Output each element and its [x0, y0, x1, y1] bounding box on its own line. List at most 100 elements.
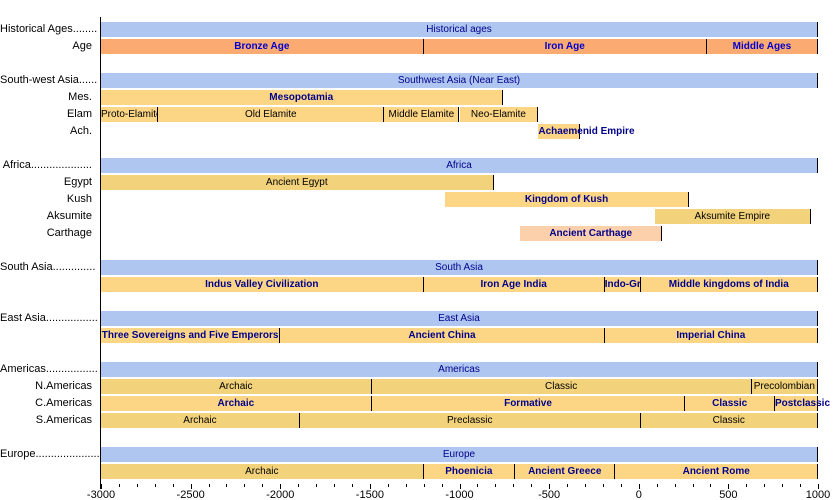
row-label: South-west Asia...... [0, 72, 96, 89]
timeline-period-bar[interactable]: Three Sovereigns and Five Emperors [101, 328, 280, 343]
timeline-period-bar[interactable]: Classic [685, 396, 775, 411]
timeline-period-bar[interactable]: Ancient Greece [515, 464, 615, 479]
x-axis-minor-tick [209, 484, 210, 487]
timeline-chart: Historical Ages........Historical agesAg… [0, 0, 835, 500]
timeline-group-row: East Asia.................East Asia [0, 310, 835, 327]
x-axis-minor-tick [693, 484, 694, 487]
row-label: Europe..................... [0, 446, 96, 463]
timeline-series-row: C.Americas ArchaicFormativeClassicPostcla… [0, 395, 835, 412]
timeline-series-row: N.AmericasArchaicClassicPrecolombian [0, 378, 835, 395]
row-label [0, 327, 96, 344]
y-axis-line [100, 17, 101, 489]
timeline-period-bar[interactable]: Ancient Rome [615, 464, 818, 479]
timeline-period-bar[interactable]: Middle Elamite [384, 107, 459, 122]
timeline-period-bar[interactable]: Archaic [101, 464, 424, 479]
timeline-period-bar[interactable]: Archaic [101, 396, 372, 411]
timeline-period-bar[interactable]: Precolombian [752, 379, 818, 394]
x-axis-tick-label: -1500 [340, 489, 400, 500]
timeline-period-bar[interactable]: Mesopotamia [101, 90, 503, 105]
x-axis-minor-tick [603, 484, 604, 487]
x-axis-minor-tick [675, 484, 676, 487]
x-axis-minor-tick [657, 484, 658, 487]
timeline-period-bar[interactable]: Imperial China [605, 328, 818, 343]
timeline-group-row: Europe..................... Europe [0, 446, 835, 463]
x-axis-minor-tick [298, 484, 299, 487]
timeline-group-bar[interactable]: Southwest Asia (Near East) [101, 73, 818, 88]
row-label: Kush [0, 191, 96, 208]
row-label: Carthage [0, 225, 96, 242]
timeline-group-bar[interactable]: South Asia [101, 260, 818, 275]
x-axis-tick-label: -1000 [430, 489, 490, 500]
timeline-period-bar[interactable]: Neo-Elamite [460, 107, 539, 122]
timeline-period-bar[interactable]: Middle kingdoms of India [641, 277, 818, 292]
x-axis-tick-label: 500 [698, 489, 758, 500]
x-axis-tick-label: -500 [519, 489, 579, 500]
timeline-period-bar[interactable]: Kingdom of Kush [445, 192, 689, 207]
x-axis-minor-tick [119, 484, 120, 487]
x-axis-minor-tick [710, 484, 711, 487]
timeline-period-bar[interactable]: Aksumite Empire [655, 209, 811, 224]
timeline-period-bar[interactable]: Indus Valley Civilization [101, 277, 424, 292]
timeline-period-bar[interactable]: Ancient China [280, 328, 604, 343]
row-label: Egypt [0, 174, 96, 191]
row-label: Ach. [0, 123, 96, 140]
timeline-period-bar[interactable]: Postclassic [775, 396, 818, 411]
timeline-period-bar[interactable]: Archaic [101, 379, 372, 394]
x-axis-minor-tick [316, 484, 317, 487]
timeline-group-bar[interactable]: East Asia [101, 311, 818, 326]
timeline-series-row: ArchaicPhoeniciaAncient GreeceAncient Ro… [0, 463, 835, 480]
x-axis-tick-label: -3000 [71, 489, 131, 500]
timeline-series-row: Egypt Ancient Egypt [0, 174, 835, 191]
timeline-group-row: Historical Ages........Historical ages [0, 21, 835, 38]
timeline-period-bar[interactable]: Classic [372, 379, 752, 394]
timeline-series-row: Aksumite Aksumite Empire [0, 208, 835, 225]
timeline-period-bar[interactable]: Middle Ages [707, 39, 818, 54]
timeline-period-bar[interactable]: Bronze Age [101, 39, 424, 54]
timeline-group-row: Americas................. Americas [0, 361, 835, 378]
timeline-series-row: Kush Kingdom of Kush [0, 191, 835, 208]
x-axis-minor-tick [764, 484, 765, 487]
x-axis-minor-tick [495, 484, 496, 487]
timeline-period-bar[interactable]: Phoenicia [424, 464, 515, 479]
row-label: Americas................. [0, 361, 96, 378]
x-axis-minor-tick [477, 484, 478, 487]
x-axis-minor-tick [173, 484, 174, 487]
timeline-period-bar[interactable]: Indo-Greeks [605, 277, 641, 292]
timeline-series-row: Carthage Ancient Carthage [0, 225, 835, 242]
x-axis-minor-tick [244, 484, 245, 487]
x-axis-tick-label: 1000 [788, 489, 835, 500]
x-axis-minor-tick [585, 484, 586, 487]
x-axis-minor-tick [513, 484, 514, 487]
timeline-period-bar[interactable]: Iron Age India [424, 277, 605, 292]
timeline-period-bar[interactable]: Archaic [101, 413, 300, 428]
timeline-group-bar[interactable]: Europe [101, 447, 818, 462]
x-axis-minor-tick [226, 484, 227, 487]
row-label: S.Americas [0, 412, 96, 429]
timeline-group-bar[interactable]: Historical ages [101, 22, 818, 37]
row-label: Elam [0, 106, 96, 123]
timeline-period-bar[interactable]: Proto-Elamite [101, 107, 158, 122]
timeline-series-row: S.Americas ArchaicPreclassicClassic [0, 412, 835, 429]
x-axis-minor-tick [442, 484, 443, 487]
x-axis-minor-tick [424, 484, 425, 487]
x-axis-minor-tick [800, 484, 801, 487]
timeline-period-bar[interactable]: Preclassic [300, 413, 641, 428]
timeline-group-bar[interactable]: Americas [101, 362, 818, 377]
row-label: C.Americas [0, 395, 96, 412]
timeline-period-bar[interactable]: Iron Age [424, 39, 707, 54]
x-axis-minor-tick [262, 484, 263, 487]
row-label: Aksumite [0, 208, 96, 225]
timeline-series-row: Elam Proto-ElamiteOld ElamiteMiddle Elami… [0, 106, 835, 123]
timeline-period-bar[interactable]: Old Elamite [158, 107, 384, 122]
x-axis: -3000-2500-2000-1500-1000-50005001000 [0, 484, 835, 500]
x-axis-minor-tick [531, 484, 532, 487]
timeline-period-bar[interactable]: Ancient Egypt [101, 175, 494, 190]
timeline-series-row: Ach. Achaemenid Empire [0, 123, 835, 140]
timeline-period-bar[interactable]: Formative [372, 396, 686, 411]
x-axis-minor-tick [137, 484, 138, 487]
timeline-period-bar[interactable]: Achaemenid Empire [538, 124, 579, 139]
timeline-period-bar[interactable]: Ancient Carthage [520, 226, 662, 241]
timeline-period-bar[interactable]: Classic [641, 413, 818, 428]
timeline-group-bar[interactable]: Africa [101, 158, 818, 173]
x-axis-minor-tick [406, 484, 407, 487]
